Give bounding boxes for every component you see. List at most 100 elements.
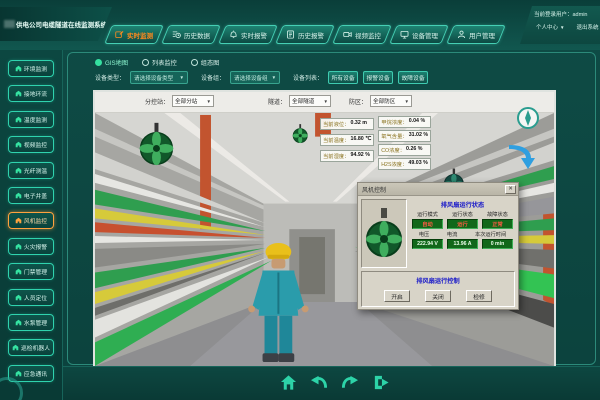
fan-control-zone: 排风扇运行控制 开启 关闭 检修: [361, 271, 515, 307]
fan-stop-button[interactable]: 关闭: [425, 290, 451, 302]
sidebar: 环境监测 接地环流 温度监测 视频监控 光纤测温 电子井盖 风机监控 火灾报警 …: [0, 50, 63, 400]
app-title: 供电公司电缆隧道在线监测系统: [16, 19, 107, 29]
house-icon: [15, 167, 22, 174]
rotate-view-control[interactable]: [505, 142, 535, 170]
radio-scada-view[interactable]: 组态图: [191, 58, 220, 67]
run-mode-led: 自动: [412, 219, 443, 229]
current-led: 13.96 A: [447, 239, 478, 249]
sidebar-item-label: 门禁管理: [24, 267, 47, 276]
radio-dot: [142, 59, 149, 66]
radio-list-monitor[interactable]: 列表监控: [142, 58, 177, 67]
tab-label: 实时监测: [127, 30, 153, 40]
voltage-header: 电压: [419, 231, 429, 238]
tab-label: 设备管理: [412, 30, 438, 40]
tab-realtime-monitor[interactable]: 实时监测: [104, 25, 164, 44]
exit-icon[interactable]: [372, 374, 390, 391]
sidebar-item-fan-monitor[interactable]: 风机监控: [8, 212, 54, 229]
alarm-devices-button[interactable]: 报警设备: [363, 71, 393, 84]
personal-center-link[interactable]: 个人中心: [536, 23, 558, 31]
video-monitor-icon: [343, 30, 352, 39]
sidebar-item-video[interactable]: 视频监控: [8, 136, 54, 153]
fan-control-dialog: 风机控制 ✕ 排风扇运行状态: [357, 182, 519, 310]
tab-label: 历史报警: [298, 30, 324, 40]
select-value: 请选择设备类型: [134, 74, 173, 82]
readout-label: CO浓度：: [381, 146, 405, 154]
fan-maintain-button[interactable]: 检修: [466, 290, 492, 302]
tab-history-alarm[interactable]: 历史报警: [275, 25, 335, 44]
history-alarm-icon: [286, 30, 295, 39]
tab-realtime-alarm[interactable]: 实时报警: [218, 25, 278, 44]
tab-label: 实时报警: [241, 30, 267, 40]
sidebar-item-label: 温度监测: [24, 115, 47, 124]
fan-start-button[interactable]: 开启: [384, 290, 410, 302]
user-manage-icon: [457, 30, 466, 39]
tab-device-manage[interactable]: 设备管理: [389, 25, 449, 44]
tab-user-manage[interactable]: 用户管理: [446, 25, 506, 44]
dialog-title-bar[interactable]: 风机控制 ✕: [358, 183, 518, 196]
sidebar-item-label: 电子井盖: [24, 191, 47, 200]
close-icon[interactable]: ✕: [505, 185, 516, 194]
device-group-select[interactable]: 请选择设备组▼: [230, 71, 280, 84]
readout-label: 甲烷浓度：: [381, 118, 408, 126]
button-label: 报警设备: [366, 73, 389, 82]
dialog-title: 风机控制: [362, 185, 386, 194]
sidebar-item-label: 人员定位: [24, 293, 47, 302]
fault-devices-button[interactable]: 故障设备: [398, 71, 428, 84]
readout-value: 31.02 %: [409, 132, 428, 140]
zone-select[interactable]: 全部防区▼: [370, 95, 412, 107]
sidebar-item-environment[interactable]: 环境监测: [8, 60, 54, 77]
tunnel-label: 隧道：: [268, 97, 286, 106]
sidebar-item-water-pump[interactable]: 水泵管理: [8, 314, 54, 331]
forward-icon[interactable]: [341, 374, 359, 391]
house-icon: [15, 116, 22, 123]
tunnel-select[interactable]: 全部隧道▼: [289, 95, 331, 107]
sidebar-item-label: 风机监控: [24, 216, 47, 225]
tab-video-monitor[interactable]: 视频监控: [332, 25, 392, 44]
run-state-led: 运行: [447, 219, 478, 229]
chevron-down-icon: ▼: [560, 25, 564, 30]
tab-history-data[interactable]: 历史数据: [161, 25, 221, 44]
radio-dot: [95, 59, 102, 66]
sidebar-item-fiber-temp[interactable]: 光纤测温: [8, 162, 54, 179]
logout-link[interactable]: 退出系统: [576, 23, 598, 31]
readout-label: 当前液位：: [323, 120, 350, 128]
chevron-down-icon: ▼: [272, 75, 276, 80]
station-label: 分控站：: [145, 97, 169, 106]
sidebar-item-fire-alarm[interactable]: 火灾报警: [8, 238, 54, 255]
house-icon: [15, 243, 22, 250]
select-value: 全部分站: [175, 97, 197, 105]
humidity-readout: 当前湿度：94.92 %: [320, 150, 374, 162]
sidebar-item-label: 巡检机器人: [21, 343, 50, 352]
device-toolbar: 设备类型： 请选择设备类型▼ 设备组： 请选择设备组▼ 设备列表： 所有设备 报…: [95, 71, 428, 84]
sidebar-item-ground-current[interactable]: 接地环流: [8, 85, 54, 102]
radio-gis-map[interactable]: GIS地图: [95, 58, 128, 67]
fan-graphic: [365, 208, 403, 260]
select-value: 全部防区: [373, 97, 395, 105]
realtime-monitor-icon: [115, 30, 124, 39]
dialog-body: 排风扇运行状态 运行模式 运行状态 故障状态 自动 运行 正常 电压 电流: [358, 196, 518, 310]
sidebar-item-label: 火灾报警: [24, 242, 47, 251]
readout-label: H2S浓度：: [381, 160, 407, 168]
oxygen-readout: 氧气含量：31.02 %: [378, 130, 431, 142]
zone-filter: 防区： 全部防区▼: [349, 95, 412, 107]
telemetry-right-column: 甲烷浓度：0.04 % 氧气含量：31.02 % CO浓度：0.26 % H2S…: [378, 116, 431, 170]
station-select[interactable]: 全部分站▼: [172, 95, 214, 107]
compass-control[interactable]: [516, 106, 540, 130]
sidebar-item-temperature[interactable]: 温度监测: [8, 111, 54, 128]
navigation-icons: [280, 374, 390, 391]
back-icon[interactable]: [310, 374, 328, 391]
sidebar-item-label: 水泵管理: [24, 318, 47, 327]
current-user-status: 当前登录用户：admin: [534, 10, 597, 18]
sidebar-item-access-control[interactable]: 门禁管理: [8, 263, 54, 280]
sidebar-item-manhole-cover[interactable]: 电子井盖: [8, 187, 54, 204]
home-icon[interactable]: [280, 374, 297, 391]
house-icon: [12, 344, 19, 351]
device-type-select[interactable]: 请选择设备类型▼: [130, 71, 188, 84]
sidebar-item-personnel-location[interactable]: 人员定位: [8, 289, 54, 306]
sidebar-item-inspection-robot[interactable]: 巡检机器人: [8, 339, 54, 356]
status-heading: 排风扇运行状态: [441, 200, 484, 209]
blue-curved-arrow-icon: [505, 142, 535, 170]
all-devices-button[interactable]: 所有设备: [328, 71, 358, 84]
device-manage-icon: [400, 30, 409, 39]
app-window: 供电公司电缆隧道在线监测系统 实时监测 历史数据 实时报警 历史报警 视频监控 …: [0, 0, 600, 400]
